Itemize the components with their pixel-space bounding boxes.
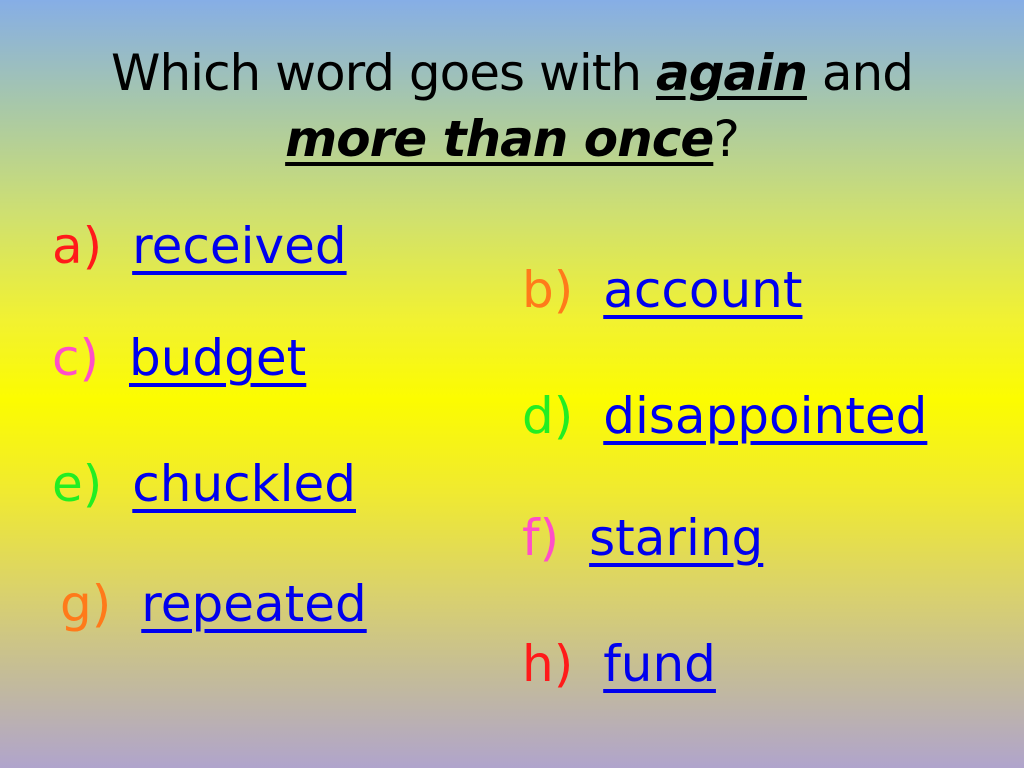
keyword-more-than-once: more than once: [285, 110, 714, 168]
option-e[interactable]: e) chuckled: [52, 454, 356, 514]
option-b[interactable]: b) account: [522, 260, 802, 320]
option-word[interactable]: received: [132, 217, 346, 275]
keyword-again: again: [655, 44, 808, 102]
option-a[interactable]: a) received: [52, 216, 347, 276]
option-word[interactable]: budget: [129, 329, 306, 387]
option-letter: a): [52, 217, 103, 275]
option-f[interactable]: f) staring: [522, 508, 763, 568]
option-letter: e): [52, 455, 103, 513]
option-letter: f): [522, 509, 560, 567]
option-letter: c): [52, 329, 99, 387]
option-word[interactable]: fund: [603, 635, 716, 693]
option-letter: g): [60, 575, 112, 633]
option-word[interactable]: account: [603, 261, 802, 319]
option-g[interactable]: g) repeated: [60, 574, 367, 634]
question-title: Which word goes with again and more than…: [0, 40, 1024, 172]
question-mark: ?: [713, 110, 740, 168]
question-text: and: [806, 44, 914, 102]
option-word[interactable]: repeated: [141, 575, 366, 633]
question-text: Which word goes with: [111, 44, 656, 102]
option-word[interactable]: disappointed: [603, 387, 927, 445]
option-h[interactable]: h) fund: [522, 634, 716, 694]
option-word[interactable]: staring: [589, 509, 763, 567]
option-letter: b): [522, 261, 574, 319]
option-letter: h): [522, 635, 574, 693]
option-d[interactable]: d) disappointed: [522, 386, 927, 446]
option-letter: d): [522, 387, 574, 445]
option-c[interactable]: c) budget: [52, 328, 306, 388]
option-word[interactable]: chuckled: [132, 455, 356, 513]
